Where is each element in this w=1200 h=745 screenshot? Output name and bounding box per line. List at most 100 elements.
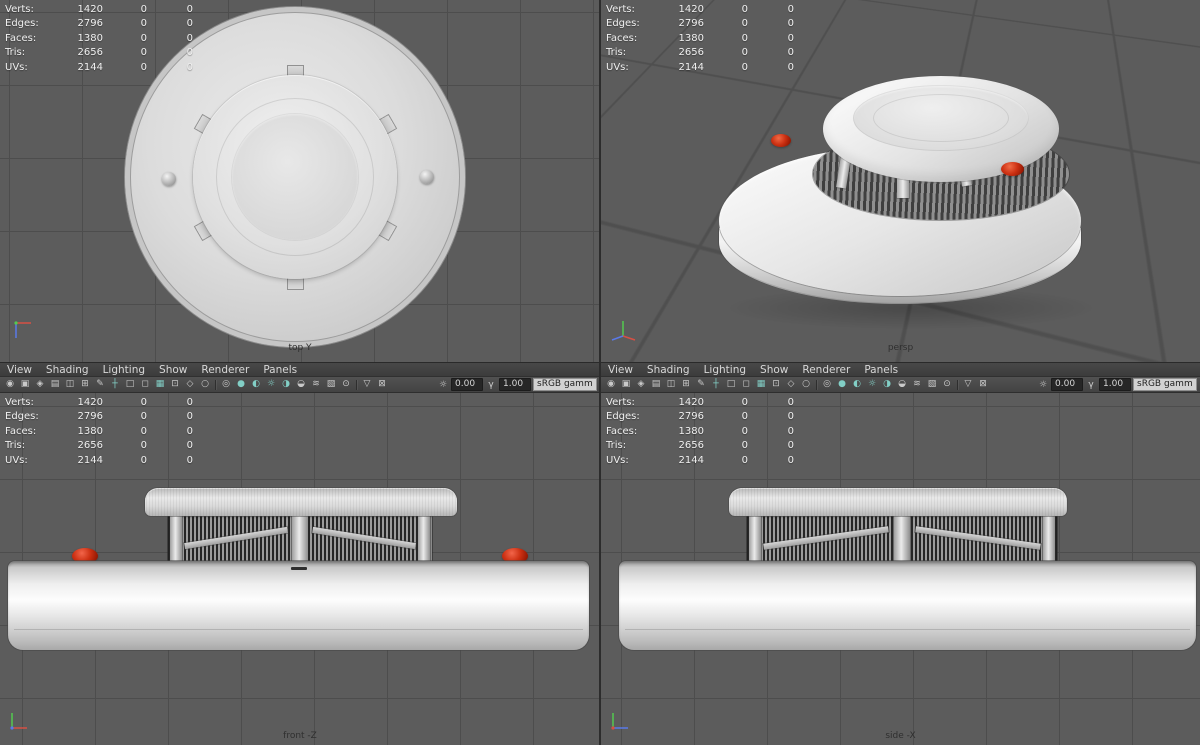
hud-col2: 0 <box>741 3 748 15</box>
safe-action-icon[interactable]: ◇ <box>784 378 798 391</box>
gamma-icon[interactable] <box>485 380 497 390</box>
wireframe-icon[interactable]: ◎ <box>219 378 233 391</box>
colorspace-dropdown[interactable]: sRGB gamm <box>533 378 597 391</box>
use-all-lights-icon[interactable]: ☼ <box>264 378 278 391</box>
gamma-field[interactable]: 1.00 <box>1099 378 1131 391</box>
gate-mask-icon[interactable]: ▦ <box>754 378 768 391</box>
detector-screw-left <box>162 172 176 186</box>
shadows-icon[interactable]: ◑ <box>880 378 894 391</box>
hud-col2: 0 <box>741 454 748 466</box>
film-gate-icon[interactable]: □ <box>123 378 137 391</box>
depth-of-field-icon[interactable]: ⊙ <box>339 378 353 391</box>
viewport-front[interactable]: Verts: 1420 0 0 Edges: 2796 0 0 Faces: 1380 0 0 Tris… <box>0 393 600 745</box>
panel-menu-view[interactable]: View <box>0 364 39 376</box>
grease-pencil-icon[interactable]: ✎ <box>694 378 708 391</box>
panel-menu-shading[interactable]: Shading <box>640 364 697 376</box>
detector-brace <box>312 526 416 550</box>
panel-menu-view[interactable]: View <box>601 364 640 376</box>
motion-blur-icon[interactable]: ≋ <box>910 378 924 391</box>
exposure-icon[interactable] <box>437 380 449 390</box>
multisample-icon[interactable]: ▧ <box>925 378 939 391</box>
use-all-lights-icon[interactable]: ☼ <box>865 378 879 391</box>
select-camera-icon[interactable]: ◉ <box>604 378 618 391</box>
colorspace-dropdown[interactable]: sRGB gamm <box>1133 378 1197 391</box>
hud-label: UVs: <box>5 454 28 466</box>
grease-pencil-icon[interactable]: ✎ <box>93 378 107 391</box>
film-gate-icon[interactable]: □ <box>724 378 738 391</box>
panel-menu-shading[interactable]: Shading <box>39 364 96 376</box>
xray-icon[interactable]: ⊠ <box>375 378 389 391</box>
panel-menu-panels[interactable]: Panels <box>857 364 905 376</box>
resolution-gate-icon[interactable]: ◻ <box>739 378 753 391</box>
lock-camera-icon[interactable]: ▣ <box>18 378 32 391</box>
resolution-gate-icon[interactable]: ◻ <box>138 378 152 391</box>
ambient-occlusion-icon[interactable]: ◒ <box>895 378 909 391</box>
toolbar-separator <box>816 379 817 390</box>
pan-zoom-2d-icon[interactable]: ⊞ <box>679 378 693 391</box>
viewport-top[interactable]: Verts: 1420 0 0 Edges: 2796 0 0 Faces: 1380 0 0 Tris… <box>0 0 600 362</box>
bookmark-icon[interactable]: ▤ <box>649 378 663 391</box>
multisample-icon[interactable]: ▧ <box>324 378 338 391</box>
image-plane-icon[interactable]: ◫ <box>664 378 678 391</box>
detector-grille <box>747 513 1057 564</box>
field-chart-icon[interactable]: ⊡ <box>168 378 182 391</box>
panel-menu-renderer[interactable]: Renderer <box>194 364 256 376</box>
toolbar-separator <box>215 379 216 390</box>
shaded-icon[interactable]: ● <box>234 378 248 391</box>
grid-icon[interactable]: ┼ <box>108 378 122 391</box>
gamma-field[interactable]: 1.00 <box>499 378 531 391</box>
panel-menu-panels[interactable]: Panels <box>256 364 304 376</box>
ambient-occlusion-icon[interactable]: ◒ <box>294 378 308 391</box>
camera-attributes-icon[interactable]: ◈ <box>634 378 648 391</box>
hud-label: Faces: <box>5 32 37 44</box>
viewport-side[interactable]: Verts: 1420 0 0 Edges: 2796 0 0 Faces: 1380 0 0 Tris… <box>601 393 1200 745</box>
hud-col2: 0 <box>741 32 748 44</box>
depth-of-field-icon[interactable]: ⊙ <box>940 378 954 391</box>
isolate-select-icon[interactable]: ▽ <box>360 378 374 391</box>
axis-gizmo-icon <box>611 321 636 341</box>
panel-divider[interactable] <box>599 0 601 745</box>
hud-row: Edges: 2796 0 0 <box>5 410 193 425</box>
select-camera-icon[interactable]: ◉ <box>3 378 17 391</box>
bookmark-icon[interactable]: ▤ <box>48 378 62 391</box>
detector-brace <box>915 526 1041 550</box>
hud-label: Faces: <box>606 32 638 44</box>
hud-label: Edges: <box>606 18 640 30</box>
isolate-select-icon[interactable]: ▽ <box>961 378 975 391</box>
gate-mask-icon[interactable]: ▦ <box>153 378 167 391</box>
xray-icon[interactable]: ⊠ <box>976 378 990 391</box>
field-chart-icon[interactable]: ⊡ <box>769 378 783 391</box>
shadows-icon[interactable]: ◑ <box>279 378 293 391</box>
image-plane-icon[interactable]: ◫ <box>63 378 77 391</box>
lock-camera-icon[interactable]: ▣ <box>619 378 633 391</box>
safe-title-icon[interactable]: ○ <box>198 378 212 391</box>
panel-menu-lighting[interactable]: Lighting <box>697 364 753 376</box>
hud-value: 2796 <box>678 411 704 423</box>
exposure-icon[interactable] <box>1037 380 1049 390</box>
grid-icon[interactable]: ┼ <box>709 378 723 391</box>
hud-col3: 0 <box>787 440 794 452</box>
panel-menu-lighting[interactable]: Lighting <box>96 364 152 376</box>
hud-col3: 0 <box>186 425 193 437</box>
shaded-icon[interactable]: ● <box>835 378 849 391</box>
exposure-field[interactable]: 0.00 <box>451 378 483 391</box>
safe-action-icon[interactable]: ◇ <box>183 378 197 391</box>
wireframe-icon[interactable]: ◎ <box>820 378 834 391</box>
toolbar-separator <box>356 379 357 390</box>
hud-row: Faces: 1380 0 0 <box>5 424 193 439</box>
hud-value: 2656 <box>678 440 704 452</box>
motion-blur-icon[interactable]: ≋ <box>309 378 323 391</box>
panel-menu-show[interactable]: Show <box>753 364 795 376</box>
safe-title-icon[interactable]: ○ <box>799 378 813 391</box>
pan-zoom-2d-icon[interactable]: ⊞ <box>78 378 92 391</box>
hud-value: 2796 <box>678 18 704 30</box>
exposure-field[interactable]: 0.00 <box>1051 378 1083 391</box>
camera-attributes-icon[interactable]: ◈ <box>33 378 47 391</box>
gamma-icon[interactable] <box>1085 380 1097 390</box>
panel-menu-renderer[interactable]: Renderer <box>795 364 857 376</box>
hud-label: Tris: <box>5 440 26 452</box>
viewport-persp[interactable]: Verts: 1420 0 0 Edges: 2796 0 0 Faces: 1380 0 0 Tris… <box>601 0 1200 362</box>
textured-icon[interactable]: ◐ <box>850 378 864 391</box>
panel-menu-show[interactable]: Show <box>152 364 194 376</box>
textured-icon[interactable]: ◐ <box>249 378 263 391</box>
